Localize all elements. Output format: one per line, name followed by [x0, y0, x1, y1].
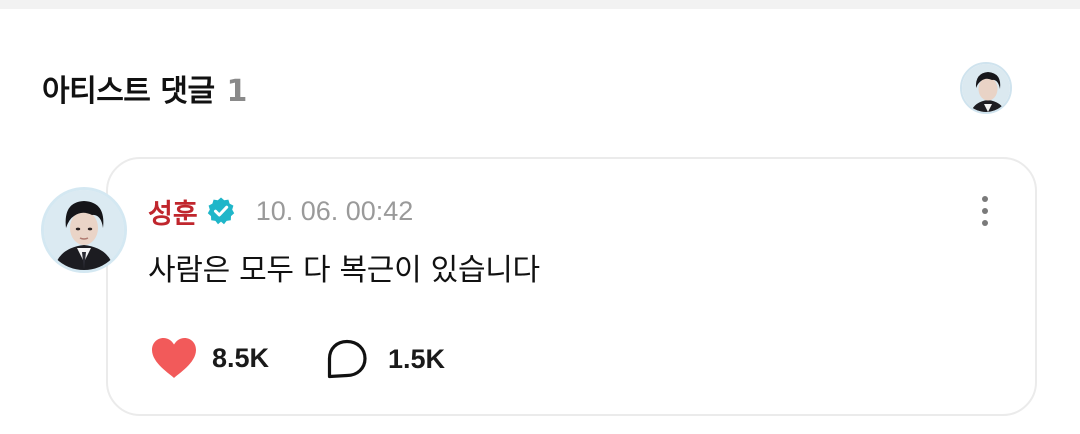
speech-bubble-icon — [327, 339, 367, 379]
comment-meta-row: 성훈 10. 06. 00:42 — [148, 195, 414, 230]
author-name[interactable]: 성훈 — [148, 192, 198, 231]
author-avatar[interactable] — [41, 187, 127, 273]
more-dot — [982, 208, 988, 214]
more-vertical-icon[interactable] — [974, 193, 996, 229]
heart-icon — [152, 338, 196, 378]
comment-timestamp: 10. 06. 00:42 — [255, 195, 414, 226]
reply-button[interactable]: 1.5K — [326, 339, 445, 379]
reply-count: 1.5K — [388, 343, 446, 374]
section-title: 아티스트 댓글 — [42, 74, 215, 109]
verified-check-icon — [206, 196, 236, 226]
more-dot — [982, 196, 988, 202]
avatar-image — [962, 64, 1010, 112]
author-avatar-image — [44, 190, 124, 270]
like-count: 8.5K — [212, 342, 270, 373]
comment-count: 1 — [226, 74, 248, 109]
like-button[interactable]: 8.5K — [150, 337, 269, 379]
comment-body: 사람은 모두 다 복근이 있습니다 — [148, 253, 540, 288]
more-dot — [982, 220, 988, 226]
top-divider-strip — [0, 0, 1080, 9]
current-user-avatar[interactable] — [960, 62, 1012, 114]
artist-comments-header: 아티스트 댓글 1 — [42, 66, 247, 110]
